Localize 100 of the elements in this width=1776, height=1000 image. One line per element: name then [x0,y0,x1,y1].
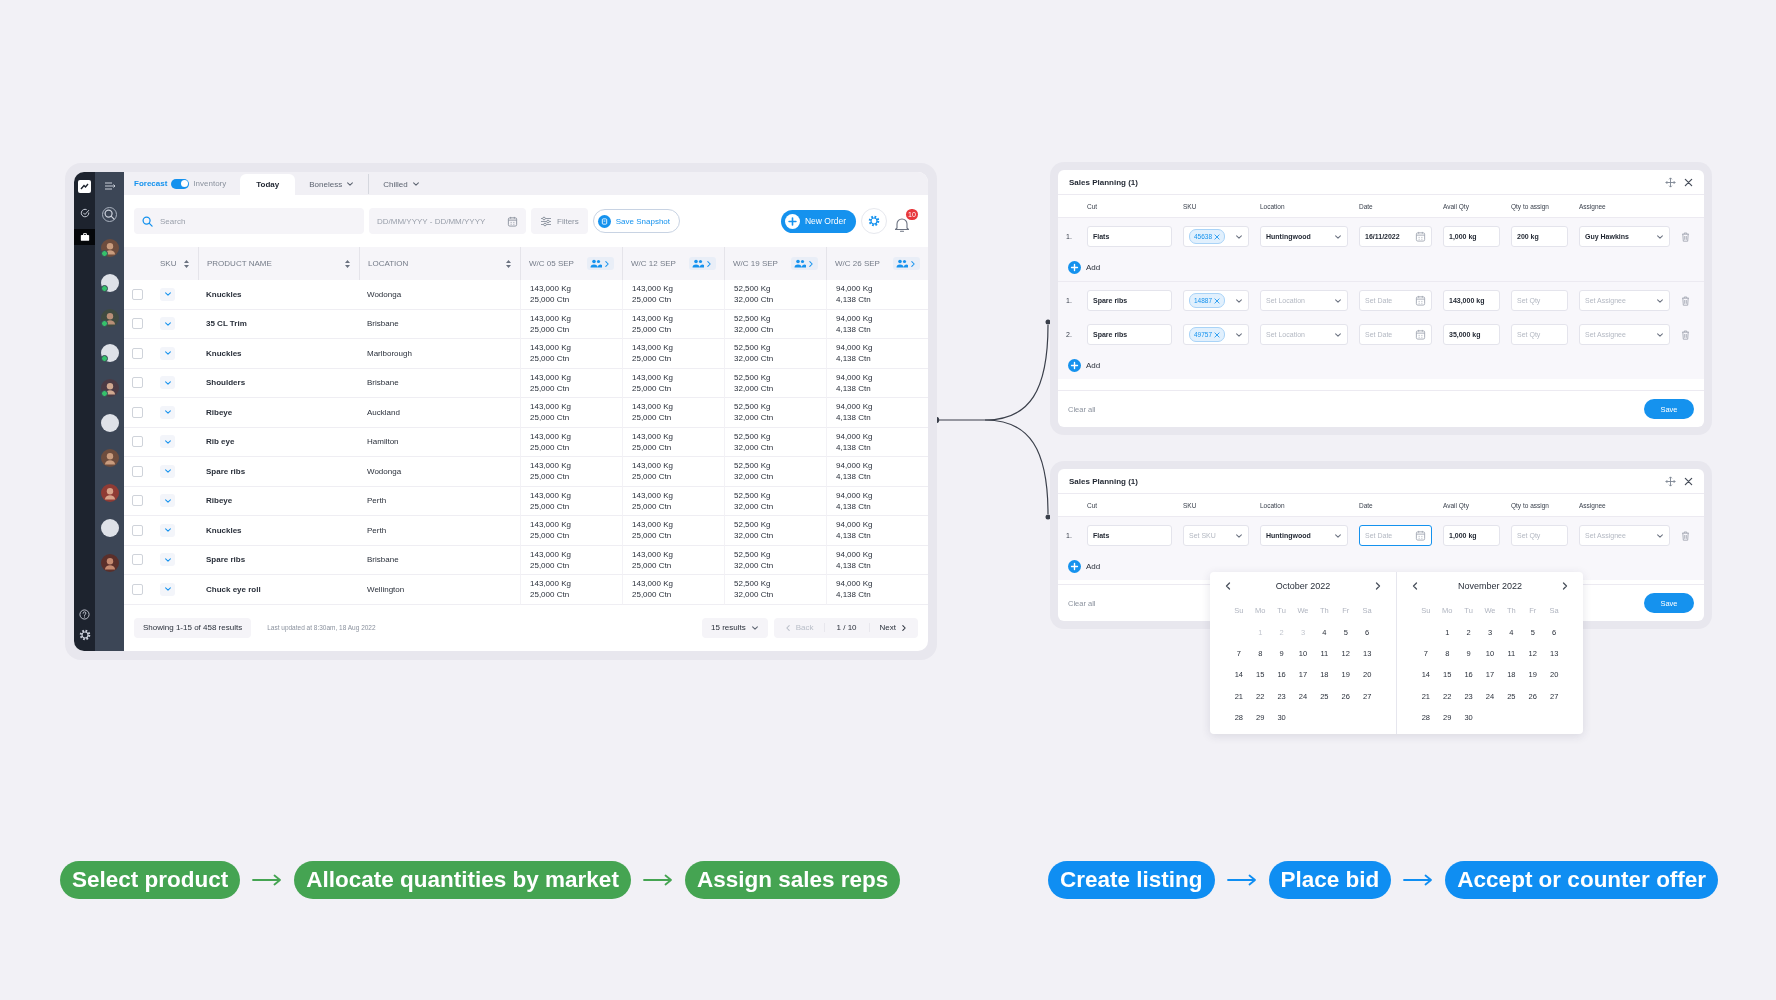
expand-button[interactable] [160,553,175,567]
weight-quantity: 52,500 Kg [734,342,771,354]
row-checkbox[interactable] [132,465,143,477]
expand-button[interactable] [160,435,175,449]
row-checkbox[interactable] [132,524,143,536]
weight-quantity: 143,000 Kg [632,430,673,442]
save-snapshot-button[interactable]: Save Snapshot [592,209,681,233]
chevron-down-icon [163,437,172,446]
expand-button[interactable] [160,494,175,508]
panel-title: Sales Planning (1) [1069,177,1138,187]
location: Marlborough [367,348,412,358]
next-month-button[interactable] [1373,581,1383,591]
carton-quantity: 32,000 Ctn [734,412,774,424]
product-name: Knuckles [206,348,242,358]
expand-button[interactable] [160,464,175,478]
carton-quantity: 4,138 Ctn [836,471,871,483]
chevron-down-icon [163,585,172,594]
trash-icon[interactable] [1681,530,1690,541]
weight-quantity: 143,000 Kg [530,401,571,413]
chevron-down-icon [1334,531,1342,540]
product-name: Ribeye [206,407,233,417]
tab[interactable]: Chilled [368,174,434,194]
assign-button[interactable] [587,257,614,270]
view-toggle[interactable] [171,178,190,189]
weight-quantity: 143,000 Kg [530,312,571,324]
avatar[interactable] [100,519,119,537]
assign-button[interactable] [893,257,920,270]
row-checkbox[interactable] [132,377,143,389]
avatar[interactable] [100,344,119,362]
previous-month-button[interactable] [1223,581,1233,591]
avatar[interactable] [100,379,119,397]
expand-button[interactable] [160,346,175,360]
close-icon[interactable] [1684,177,1693,187]
move-icon[interactable] [1665,475,1676,487]
tab[interactable]: Boneless [295,174,369,194]
assign-button[interactable] [689,257,716,270]
month-title: October 2022 [1275,581,1331,591]
weight-quantity: 143,000 Kg [632,312,673,324]
trash-icon[interactable] [1681,329,1690,340]
previous-month-button[interactable] [1410,581,1420,591]
row-checkbox[interactable] [132,406,143,418]
chevron-down-icon [1235,232,1243,241]
product-name: Chuck eye roll [206,584,261,594]
chevron-down-icon [1334,232,1342,241]
avatar[interactable] [100,484,119,502]
sort-icon [505,258,512,269]
briefcase-icon[interactable] [74,229,95,245]
chevron-left-icon [1223,581,1233,591]
next-month-button[interactable] [1560,581,1570,591]
search-button[interactable] [102,207,117,222]
row-checkbox[interactable] [132,288,143,300]
move-icon[interactable] [1665,176,1676,188]
add-button[interactable]: Add [1058,358,1101,372]
carton-quantity: 25,000 Ctn [530,530,570,542]
tab[interactable]: Today [240,174,296,195]
chevron-down-icon [163,378,172,387]
help-icon[interactable] [79,609,90,620]
settings-button[interactable] [861,208,887,234]
weight-quantity: 94,000 Kg [836,460,873,472]
collapse-menu-icon[interactable] [103,182,116,190]
search-icon [142,215,153,227]
sort-icon [344,258,351,269]
expand-button[interactable] [160,317,175,331]
row-checkbox[interactable] [132,554,143,566]
row-checkbox[interactable] [132,495,143,507]
arrow-icon [252,874,283,886]
add-button[interactable]: Add [1058,260,1101,274]
row-checkbox[interactable] [132,436,143,448]
trash-icon[interactable] [1681,295,1690,306]
chevron-down-icon [1235,296,1243,305]
row-checkbox[interactable] [132,318,143,330]
avatar[interactable] [100,449,119,467]
expand-button[interactable] [160,287,175,301]
weight-quantity: 143,000 Kg [632,578,673,590]
expand-button[interactable] [160,523,175,537]
row-checkbox[interactable] [132,583,143,595]
trash-icon[interactable] [1681,231,1690,242]
row-checkbox[interactable] [132,347,143,359]
process-step: Assign sales reps [684,861,901,899]
add-button[interactable]: Add [1058,559,1101,573]
expand-button[interactable] [160,582,175,596]
avatar[interactable] [100,554,119,572]
page-size-dropdown[interactable]: 15 results [702,617,768,638]
avatar[interactable] [100,239,119,257]
weight-quantity: 52,500 Kg [734,371,771,383]
avatar[interactable] [100,414,119,432]
carton-quantity: 4,138 Ctn [836,589,871,601]
chevron-down-icon [163,555,172,564]
avatar[interactable] [100,274,119,292]
assign-button[interactable] [791,257,818,270]
carton-quantity: 25,000 Ctn [632,382,672,394]
expand-button[interactable] [160,405,175,419]
avatar[interactable] [100,309,119,327]
arrow-icon [1226,874,1257,886]
weight-quantity: 143,000 Kg [530,430,571,442]
expand-button[interactable] [160,376,175,390]
chevron-left-icon [783,623,792,632]
close-icon[interactable] [1684,476,1693,486]
next-button[interactable]: Next [869,617,918,638]
carton-quantity: 4,138 Ctn [836,500,871,512]
